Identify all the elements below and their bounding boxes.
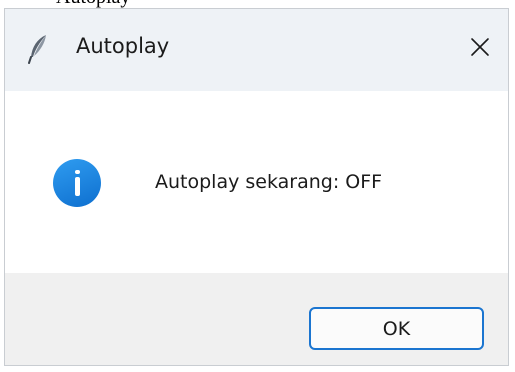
background-window-title: Autoplay [56,0,130,8]
info-icon-bar [75,177,80,196]
screen-edge [509,0,515,372]
button-bar: OK [5,273,508,365]
close-button[interactable] [452,21,508,77]
feather-icon [27,34,49,64]
background-window-strip: Autoplay [0,0,515,8]
info-icon-dot [75,170,80,174]
info-icon [53,159,101,207]
window-title: Autoplay [76,34,170,58]
dialog-content: Autoplay sekarang: OFF [5,91,508,273]
ok-button[interactable]: OK [309,307,484,350]
message-text: Autoplay sekarang: OFF [155,171,383,193]
message-dialog: Autoplay Autoplay sekarang: OFF OK [4,8,509,366]
title-bar[interactable]: Autoplay [5,9,508,91]
close-icon [470,37,490,61]
